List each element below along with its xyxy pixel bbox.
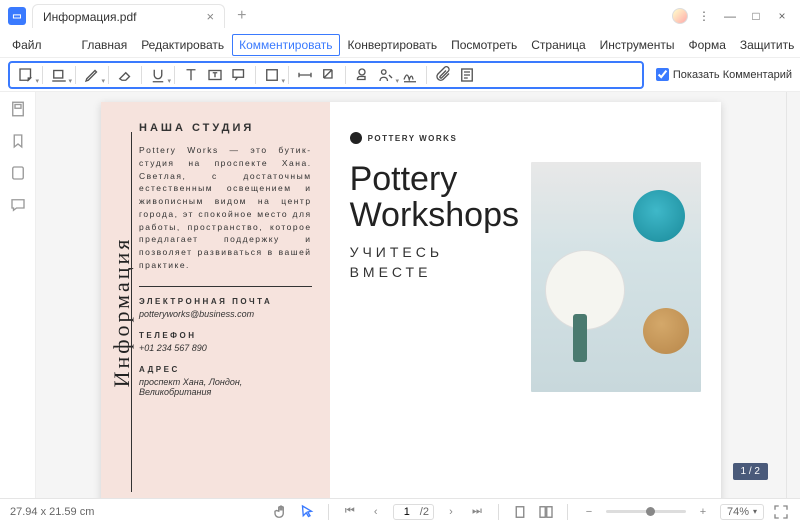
zoom-select[interactable]: 74% ▾ <box>720 504 764 520</box>
hand-tool-icon[interactable] <box>272 503 290 521</box>
brand-text: POTTERY WORKS <box>368 134 458 143</box>
right-scrollbar[interactable] <box>786 92 800 498</box>
textbox-tool[interactable] <box>205 66 225 84</box>
page-left-panel: Информация НАША СТУДИЯ Pottery Works — э… <box>101 102 330 498</box>
comments-panel-icon[interactable] <box>9 196 27 214</box>
text-tool[interactable] <box>181 66 201 84</box>
address-label: АДРЕС <box>139 365 312 374</box>
brand-row: POTTERY WORKS <box>350 132 701 144</box>
zoom-out-icon[interactable]: − <box>580 503 598 521</box>
page-input-box[interactable]: /2 <box>393 504 434 520</box>
callout-tool[interactable] <box>229 66 249 84</box>
hero-text: PotteryWorkshops УЧИТЕСЬ ВМЕСТЕ <box>350 162 519 392</box>
hero-sub1: УЧИТЕСЬ <box>350 244 443 260</box>
email-value: potteryworks@business.com <box>139 309 312 319</box>
next-page-icon[interactable]: › <box>442 503 460 521</box>
sidebar <box>0 92 36 498</box>
add-tab-button[interactable]: + <box>237 7 246 25</box>
phone-label: ТЕЛЕФОН <box>139 331 312 340</box>
fullscreen-icon[interactable] <box>772 503 790 521</box>
first-page-icon[interactable]: ⏮ <box>341 503 359 521</box>
signature-tool[interactable]: ▾ <box>376 66 396 84</box>
hero-image <box>531 162 701 392</box>
address-value: проспект Хана, Лондон, Великобритания <box>139 377 312 397</box>
hero-sub2: ВМЕСТЕ <box>350 264 432 280</box>
prev-page-icon[interactable]: ‹ <box>367 503 385 521</box>
document-tab[interactable]: Информация.pdf × <box>32 4 225 28</box>
menu-page[interactable]: Страница <box>525 35 591 55</box>
zoom-in-icon[interactable]: + <box>694 503 712 521</box>
zoom-slider[interactable] <box>606 510 686 513</box>
menu-edit[interactable]: Редактировать <box>135 35 230 55</box>
attach-tool[interactable] <box>433 66 453 84</box>
menu-comment[interactable]: Комментировать <box>232 34 339 56</box>
zoom-value: 74% <box>727 506 749 518</box>
tool-group: ▾ ▾ ▾ ▾ ▾ ▾ <box>8 61 644 89</box>
hero-line1: Pottery <box>350 160 458 198</box>
tab-title: Информация.pdf <box>43 10 137 24</box>
thumbnails-icon[interactable] <box>9 100 27 118</box>
underline-tool[interactable]: ▾ <box>148 66 168 84</box>
document-canvas[interactable]: Информация НАША СТУДИЯ Pottery Works — э… <box>36 92 786 498</box>
page-total: /2 <box>420 506 429 518</box>
menu-tools[interactable]: Инструменты <box>594 35 681 55</box>
bookmarks-icon[interactable] <box>9 132 27 150</box>
hero-line2: Workshops <box>350 196 519 234</box>
stamp-tool[interactable] <box>352 66 372 84</box>
area-tool[interactable] <box>319 66 339 84</box>
attachments-panel-icon[interactable] <box>9 164 27 182</box>
studio-heading: НАША СТУДИЯ <box>139 122 312 134</box>
page-current-input[interactable] <box>398 506 416 518</box>
last-page-icon[interactable]: ⏭ <box>468 503 486 521</box>
page-dimensions: 27.94 x 21.59 cm <box>10 506 94 518</box>
app-icon: ▭ <box>8 7 26 25</box>
page-right-panel: POTTERY WORKS PotteryWorkshops УЧИТЕСЬ ВМ… <box>330 102 721 498</box>
divider-line <box>131 132 132 492</box>
select-tool-icon[interactable] <box>298 503 316 521</box>
menu-file[interactable]: Файл <box>8 36 46 54</box>
annotation-toolbar: ▾ ▾ ▾ ▾ ▾ ▾ Показать Комментарий <box>0 58 800 92</box>
account-icon[interactable] <box>672 8 688 24</box>
show-comment-checkbox[interactable] <box>656 68 669 81</box>
brand-dot-icon <box>350 132 362 144</box>
fit-page-icon[interactable] <box>537 503 555 521</box>
studio-body: Pottery Works — это бутик-студия на прос… <box>139 144 312 272</box>
pdf-page: Информация НАША СТУДИЯ Pottery Works — э… <box>101 102 721 498</box>
note-tool[interactable]: ▾ <box>16 66 36 84</box>
more-icon[interactable]: ⋮ <box>694 6 714 26</box>
menu-view[interactable]: Посмотреть <box>445 35 523 55</box>
statusbar: 27.94 x 21.59 cm ⏮ ‹ /2 › ⏭ − + 74% ▾ <box>0 498 800 524</box>
menu-main[interactable]: Главная <box>76 35 134 55</box>
hr <box>139 286 312 287</box>
phone-value: +01 234 567 890 <box>139 343 312 353</box>
show-comment-label: Показать Комментарий <box>673 69 792 81</box>
shape-tool[interactable]: ▾ <box>262 66 282 84</box>
fit-width-icon[interactable] <box>511 503 529 521</box>
comment-list-tool[interactable] <box>457 66 477 84</box>
chevron-down-icon: ▾ <box>753 507 757 516</box>
sign-tool[interactable] <box>400 66 420 84</box>
menu-convert[interactable]: Конвертировать <box>342 35 444 55</box>
measure-tool[interactable] <box>295 66 315 84</box>
show-comment-toggle[interactable]: Показать Комментарий <box>656 68 792 81</box>
tab-close-icon[interactable]: × <box>207 9 215 24</box>
email-label: ЭЛЕКТРОННАЯ ПОЧТА <box>139 297 312 306</box>
close-button[interactable]: × <box>772 6 792 26</box>
maximize-button[interactable]: □ <box>746 6 766 26</box>
titlebar: ▭ Информация.pdf × + ⋮ — □ × <box>0 0 800 32</box>
menubar: Файл Главная Редактировать Комментироват… <box>0 32 800 58</box>
menu-protect[interactable]: Защитить <box>734 35 800 55</box>
workspace: Информация НАША СТУДИЯ Pottery Works — э… <box>0 92 800 498</box>
pencil-tool[interactable]: ▾ <box>82 66 102 84</box>
page-indicator: 1 / 2 <box>733 463 768 480</box>
eraser-tool[interactable] <box>115 66 135 84</box>
zoom-thumb[interactable] <box>646 507 655 516</box>
minimize-button[interactable]: — <box>720 6 740 26</box>
highlight-tool[interactable]: ▾ <box>49 66 69 84</box>
menu-form[interactable]: Форма <box>682 35 731 55</box>
